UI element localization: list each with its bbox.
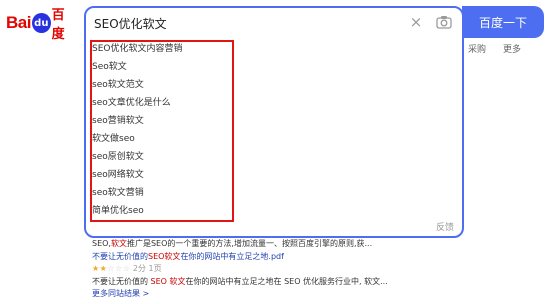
result-snippet-top: SEO,软文推广是SEO的一个重要的方法,增加流量一、按照百度引擎的原则,获..… xyxy=(92,238,412,251)
star-filled-icon: ★★ xyxy=(92,264,108,273)
nav-item-purchase[interactable]: 采购 xyxy=(468,42,486,55)
title-highlight: SEO软文 xyxy=(148,251,181,261)
snippet-text: 推广是SEO的一个重要的方法,增加流量一、按照百度引擎的原则,获... xyxy=(126,239,373,248)
paw-icon: du xyxy=(31,13,51,33)
rating-score: 2分 xyxy=(132,264,146,273)
page-count: 1页 xyxy=(148,264,162,273)
rating-stars: ★★☆☆☆ xyxy=(92,264,130,273)
clear-icon[interactable]: × xyxy=(408,14,424,30)
snippet-text: 不要让无价值的 xyxy=(92,276,151,286)
result-meta: ★★☆☆☆ 2分 1页 xyxy=(92,263,412,276)
snippet-highlight: SEO xyxy=(150,276,167,286)
snippet-text: 在你的网站中有立足之地在 SEO 优化服务行业中, 软文... xyxy=(185,276,388,286)
search-button[interactable]: 百度一下 xyxy=(462,6,544,38)
search-row xyxy=(86,8,462,38)
snippet-text: SEO, xyxy=(92,239,111,248)
feedback-link[interactable]: 反馈 xyxy=(436,220,454,233)
baidu-logo[interactable]: Bai du 百度 xyxy=(6,8,76,42)
result-title[interactable]: 不要让无价值的SEO软文在你的网站中有立足之地.pdf xyxy=(92,251,412,264)
star-empty-icon: ☆☆☆ xyxy=(107,264,131,273)
nav-item-more[interactable]: 更多 xyxy=(503,42,521,55)
logo-paw-text: du xyxy=(34,17,49,29)
snippet-highlight: 软文 xyxy=(169,276,186,286)
snippet-highlight: 软文 xyxy=(110,239,127,248)
more-results-link[interactable]: 更多同站结果 > xyxy=(92,288,412,301)
logo-text-du: 百度 xyxy=(51,8,65,42)
title-text: 不要让无价值的 xyxy=(92,251,148,261)
title-text: 在你的网站中有立足之地.pdf xyxy=(180,251,284,261)
camera-icon[interactable] xyxy=(436,15,452,29)
logo-text-bai: Bai xyxy=(6,13,31,32)
result-snippet: 不要让无价值的 SEO 软文在你的网站中有立足之地在 SEO 优化服务行业中, … xyxy=(92,276,412,289)
search-results: SEO,软文推广是SEO的一个重要的方法,增加流量一、按照百度引擎的原则,获..… xyxy=(92,238,412,301)
search-input[interactable] xyxy=(94,16,394,30)
highlight-box xyxy=(90,40,234,222)
